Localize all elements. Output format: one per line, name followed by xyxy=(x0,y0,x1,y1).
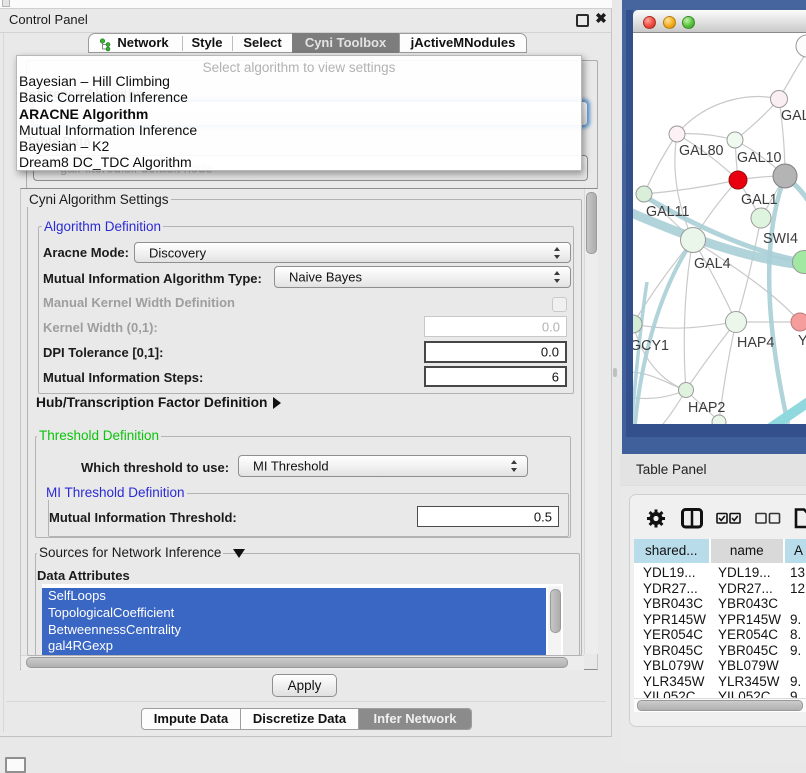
svg-text:GAL1: GAL1 xyxy=(741,192,778,208)
svg-text:GCY1: GCY1 xyxy=(633,338,669,354)
svg-text:SWI4: SWI4 xyxy=(763,231,798,247)
svg-text:GAL2: GAL2 xyxy=(781,108,806,124)
svg-text:HAP2: HAP2 xyxy=(688,400,725,416)
svg-text:Y: Y xyxy=(798,333,806,349)
svg-text:GAL80: GAL80 xyxy=(679,143,724,159)
svg-text:GAL10: GAL10 xyxy=(737,150,782,166)
svg-text:GAL11: GAL11 xyxy=(646,204,689,220)
svg-text:GAL4: GAL4 xyxy=(694,256,731,272)
svg-text:HAP4: HAP4 xyxy=(737,335,774,351)
